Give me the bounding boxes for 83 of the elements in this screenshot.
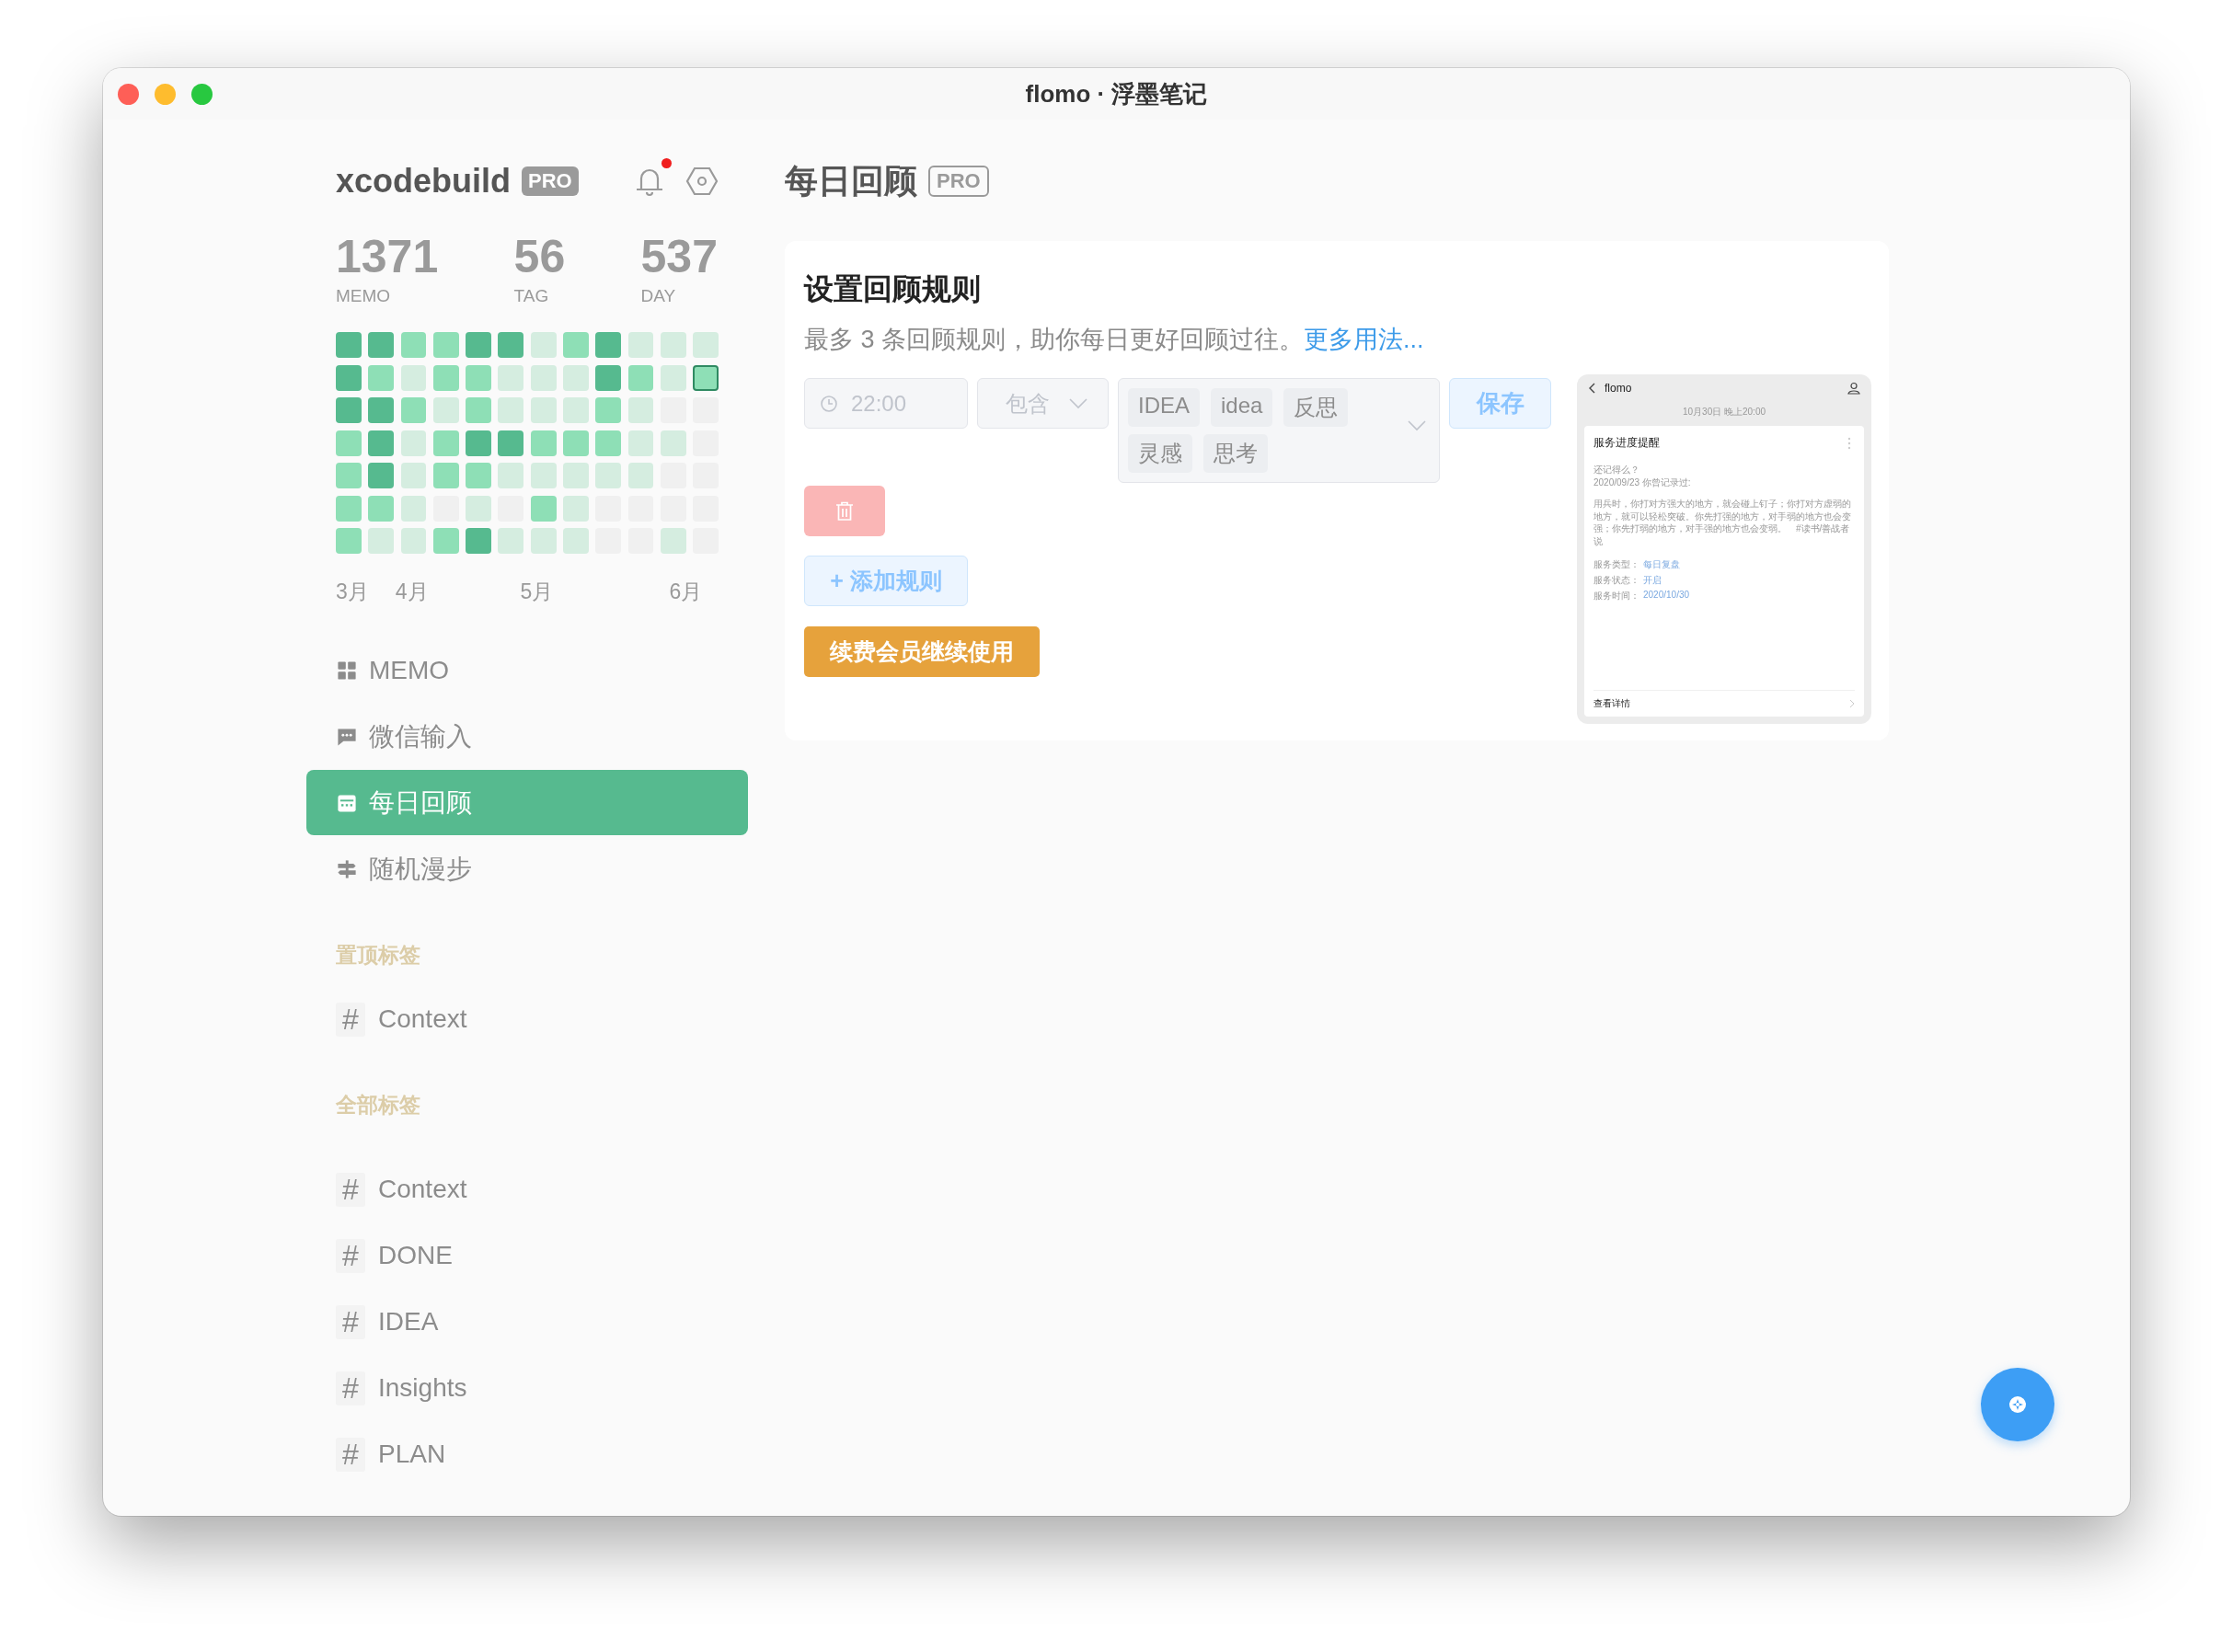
- tag-chip: 思考: [1203, 434, 1268, 473]
- notification-button[interactable]: [634, 157, 673, 198]
- hash-symbol: #: [336, 1371, 365, 1405]
- floating-action-button[interactable]: [1981, 1368, 2054, 1441]
- card-description: 最多 3 条回顾规则，助你每日更好回顾过往。更多用法...: [804, 325, 1425, 355]
- chevron-icon: [1849, 699, 1855, 708]
- clock-icon: [820, 394, 838, 413]
- stat-label: MEMO: [336, 286, 392, 306]
- preview-text: 还记得么？: [1593, 464, 1640, 476]
- zoom-button[interactable]: [191, 84, 213, 105]
- month-label: 3月: [336, 579, 369, 605]
- more-icon: [1847, 437, 1851, 450]
- hash-symbol: #: [336, 1304, 365, 1339]
- minimize-button[interactable]: [155, 84, 176, 105]
- nav-label: 每日回顾: [369, 786, 472, 819]
- close-button[interactable]: [118, 84, 139, 105]
- hash-symbol: #: [336, 1238, 365, 1273]
- tag-label: Context: [378, 1004, 467, 1034]
- caret-icon: [1408, 419, 1426, 432]
- preview-field-label: 服务状态：: [1593, 574, 1640, 587]
- tag-item[interactable]: # PLAN: [306, 1421, 748, 1487]
- month-label: 6月: [669, 579, 703, 605]
- tag-item[interactable]: # Context: [306, 1156, 748, 1222]
- tag-item[interactable]: # IDEA: [306, 1289, 748, 1355]
- page-title: 每日回顾: [785, 160, 917, 201]
- back-icon: [1588, 383, 1595, 394]
- preview-field-value: 开启: [1643, 574, 1662, 587]
- preview-memo: 用兵时，你打对方强大的地方，就会碰上钉子；你打对方虚弱的地方，就可以轻松突破。你先打强的地方，对手弱的地方也会变强；你先打弱的地方，对手强的地方也会变弱。 #读书/善战者说: [1593, 498, 1852, 547]
- person-icon: [1847, 382, 1860, 395]
- tag-label: IDEA: [378, 1307, 439, 1337]
- stat-value: 56: [513, 232, 566, 282]
- hash-symbol: #: [336, 1002, 365, 1037]
- tag-chip: IDEA: [1128, 388, 1200, 427]
- grid-icon: [336, 659, 358, 682]
- tag-label: PLAN: [378, 1440, 446, 1469]
- nav-label: 微信输入: [369, 720, 472, 752]
- window-title: flomo · 浮墨笔记: [1025, 78, 1208, 109]
- tag-chip: 灵感: [1128, 434, 1192, 473]
- add-rule-button[interactable]: + 添加规则: [804, 556, 968, 606]
- preview-field-value: 每日复盘: [1643, 558, 1680, 571]
- tag-item[interactable]: # DONE: [306, 1222, 748, 1289]
- preview-text: 2020/09/23 你曾记录过:: [1593, 476, 1692, 488]
- nav-item[interactable]: 微信输入: [306, 704, 748, 769]
- more-usage-link[interactable]: 更多用法...: [1304, 326, 1424, 353]
- stat-value: 1371: [336, 232, 439, 282]
- hash-symbol: #: [336, 1437, 365, 1472]
- tag-chip: 反思: [1283, 388, 1349, 427]
- hash-symbol: #: [336, 1172, 365, 1207]
- nav-label: 随机漫步: [369, 853, 472, 885]
- preview-app-name: flomo: [1605, 382, 1633, 395]
- pro-badge: PRO: [928, 166, 989, 197]
- nav-item[interactable]: 随机漫步: [306, 836, 748, 901]
- user-name: xcodebuild: [336, 162, 512, 201]
- tag-item[interactable]: # Insights: [306, 1355, 748, 1421]
- card-title: 设置回顾规则: [804, 271, 982, 307]
- preview-field-value: 2020/10/30: [1643, 590, 1690, 602]
- tag-label: Insights: [378, 1373, 467, 1403]
- delete-button[interactable]: [804, 486, 885, 536]
- stat-label: DAY: [640, 286, 677, 306]
- caret-icon: [1069, 397, 1087, 409]
- nav-item[interactable]: 每日回顾: [306, 770, 748, 835]
- month-label: 4月: [395, 579, 429, 605]
- preview-time: 10月30日 晚上20:00: [1681, 406, 1767, 419]
- section-heading: 全部标签: [335, 1092, 421, 1119]
- trash-icon: [835, 500, 854, 522]
- stat-value: 537: [640, 232, 718, 282]
- settings-icon[interactable]: [685, 166, 719, 196]
- section-heading: 置顶标签: [335, 942, 421, 969]
- compass-icon: [2008, 1394, 2028, 1415]
- renew-membership-button[interactable]: 续费会员继续使用: [804, 626, 1040, 677]
- pro-badge: PRO: [522, 166, 579, 196]
- tag-chip: idea: [1211, 388, 1273, 427]
- preview-field-label: 服务时间：: [1593, 590, 1640, 602]
- tag-label: DONE: [378, 1241, 453, 1270]
- nav-label: MEMO: [369, 655, 450, 685]
- stat-label: TAG: [513, 286, 550, 306]
- preview-title: 服务进度提醒: [1593, 435, 1660, 451]
- tag-label: Context: [378, 1175, 467, 1204]
- signpost-icon: [336, 857, 358, 880]
- preview-field-label: 服务类型：: [1593, 558, 1640, 571]
- month-label: 5月: [520, 579, 554, 605]
- nav-item[interactable]: MEMO: [306, 637, 748, 703]
- tag-item[interactable]: # Context: [306, 986, 748, 1052]
